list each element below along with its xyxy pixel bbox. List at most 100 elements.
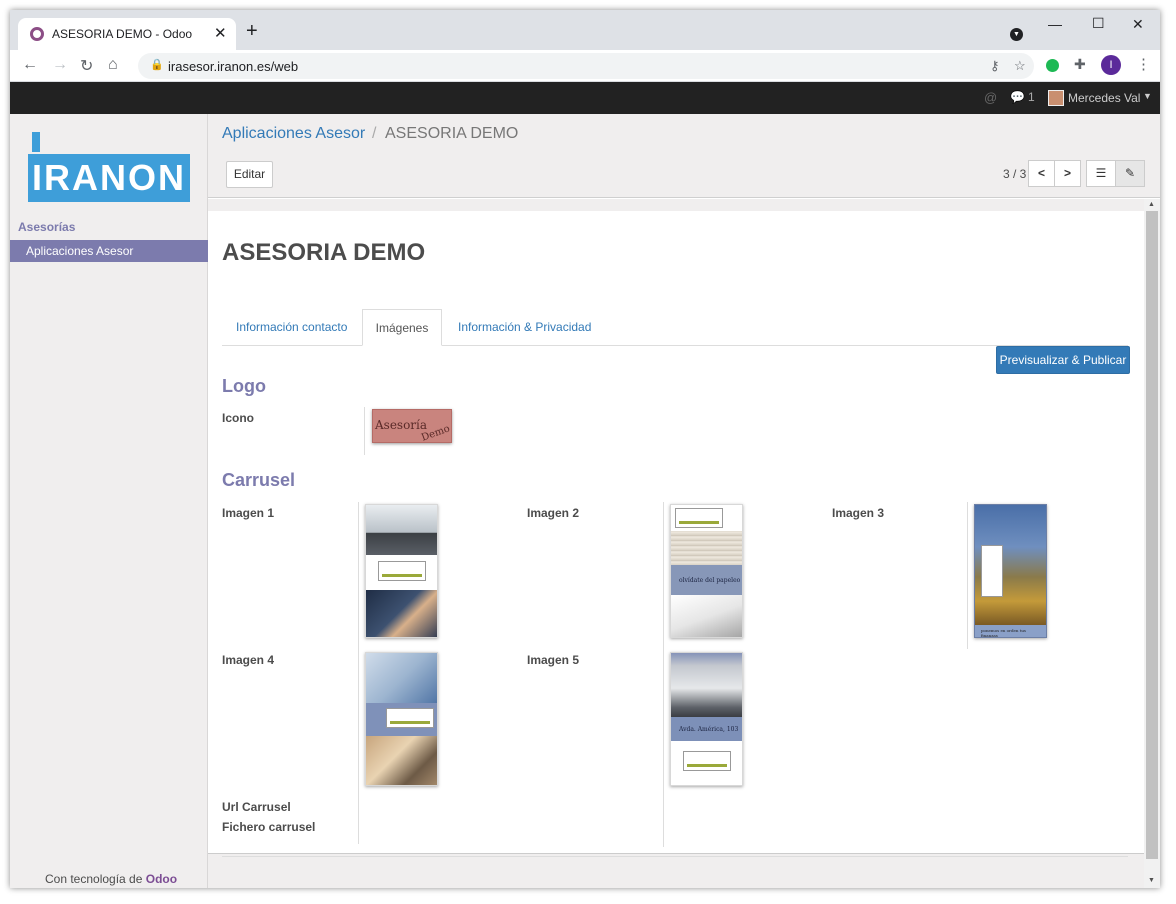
extensions-puzzle-icon[interactable]: ✚ [1074,56,1086,73]
lock-icon[interactable]: 🔒 [150,58,164,71]
reload-icon[interactable]: ↻ [80,56,93,76]
caption-band: Avda. América, 103 [671,717,742,741]
address-bar[interactable]: 🔒 irasesor.iranon.es/web ⚷ ☆ [138,53,1034,79]
scrollbar-thumb[interactable] [1146,211,1158,859]
building-photo [671,653,742,717]
asesoria-demo-logo [386,708,434,728]
imagen-4-label: Imagen 4 [222,653,275,667]
tab-close-icon[interactable]: ✕ [214,24,227,42]
forward-icon[interactable]: → [52,56,68,74]
control-panel: Aplicaciones Asesor / ASESORIA DEMO Edit… [208,114,1160,198]
form-tabs: Información contacto Imágenes Informació… [222,309,1128,346]
form-sheet: ASESORIA DEMO Información contacto Imáge… [208,211,1144,857]
breadcrumb-current: ASESORIA DEMO [385,125,519,142]
asesoria-demo-logo [675,508,723,528]
field-divider [967,502,968,649]
sidebar-section-title: Asesorías [18,220,76,234]
chat-count[interactable]: 1 [1028,90,1035,104]
asesoria-demo-logo [981,545,1003,597]
tab-search-icon[interactable]: ▼ [1010,28,1023,41]
caption-band: ponemos en orden tus finanzas [975,625,1046,638]
meeting-photo [366,736,437,785]
url-text[interactable]: irasesor.iranon.es/web [168,59,298,74]
field-divider [663,502,664,847]
imagen-1-label: Imagen 1 [222,506,275,520]
odoo-topbar: @ 💬 1 Mercedes Val ▼ [10,82,1160,114]
profile-avatar[interactable]: I [1101,55,1121,75]
home-icon[interactable]: ⌂ [108,56,118,74]
list-view-icon[interactable]: ☰ [1086,160,1116,187]
user-name[interactable]: Mercedes Val [1068,91,1140,105]
preview-publish-button[interactable]: Previsualizar & Publicar [996,346,1130,374]
scroll-down-icon[interactable]: ▼ [1148,877,1155,884]
logo-band [366,703,437,736]
tab-informacion-privacidad[interactable]: Información & Privacidad [458,320,591,334]
papers-photo [671,531,742,565]
field-divider [364,407,365,455]
imagen-3-label: Imagen 3 [832,506,885,520]
imagen-2-thumbnail[interactable]: olvídate del papeleo [670,504,743,638]
breadcrumb-separator: / [372,125,377,142]
tab-imagenes[interactable]: Imágenes [362,309,442,346]
at-mention-icon[interactable]: @ [984,90,997,105]
powered-by: Con tecnología de Odoo [45,872,177,886]
breadcrumb-link[interactable]: Aplicaciones Asesor [222,125,365,143]
sidebar: IRANON Asesorías Aplicaciones Asesor Con… [10,114,208,888]
asesoria-demo-logo [683,751,731,771]
people-photo [366,590,437,637]
window-maximize-icon[interactable]: ☐ [1092,15,1105,32]
icon-image[interactable]: Asesoría Demo [372,409,452,443]
browser-menu-icon[interactable]: ⋮ [1136,55,1151,73]
tab-strip: ASESORIA DEMO - Odoo ✕ + ▼ — ☐ ✕ [10,10,1160,50]
logo-section-title: Logo [222,376,266,396]
url-carrusel-label: Url Carrusel [222,800,291,814]
window-close-icon[interactable]: ✕ [1132,16,1144,33]
browser-window: ASESORIA DEMO - Odoo ✕ + ▼ — ☐ ✕ ← → ↻ ⌂… [10,10,1160,888]
pager-prev-button[interactable]: < [1028,160,1055,187]
form-view-content: ▲ ▼ ASESORIA DEMO Información contacto I… [208,199,1160,888]
calculator-photo [366,653,437,703]
powered-by-prefix: Con tecnología de [45,872,146,886]
asesoria-demo-logo [378,561,426,581]
field-divider [358,502,359,844]
record-title: ASESORIA DEMO [222,239,426,266]
user-avatar[interactable] [1048,90,1064,106]
logo-text: IRANON [32,157,186,198]
pager-value[interactable]: 3 / 3 [1003,167,1026,181]
scroll-up-icon[interactable]: ▲ [1148,201,1155,208]
powered-by-odoo-link[interactable]: Odoo [146,872,177,886]
user-menu-caret-icon[interactable]: ▼ [1143,91,1152,101]
sidebar-item-aplicaciones-asesor[interactable]: Aplicaciones Asesor [10,240,208,262]
logo-band [671,741,742,785]
documents-photo [671,595,742,637]
edit-button[interactable]: Editar [226,161,273,188]
imagen-5-label: Imagen 5 [527,653,580,667]
imagen-2-label: Imagen 2 [527,506,580,520]
imagen-1-thumbnail[interactable] [365,504,438,638]
back-icon[interactable]: ← [22,56,38,74]
browser-tab[interactable]: ASESORIA DEMO - Odoo ✕ [18,18,236,50]
tab-informacion-contacto[interactable]: Información contacto [236,320,347,334]
pager-next-button[interactable]: > [1054,160,1081,187]
company-logo[interactable]: IRANON [28,154,190,202]
imagen-5-caption: Avda. América, 103 [679,726,739,733]
form-view-icon[interactable]: ✎ [1115,160,1145,187]
chat-icon[interactable]: 💬 [1010,90,1025,104]
new-tab-icon[interactable]: + [246,21,258,41]
odoo-favicon-icon [30,27,44,41]
imagen-2-caption: olvídate del papeleo [679,577,741,584]
imagen-4-thumbnail[interactable] [365,652,438,786]
imagen-3-thumbnail[interactable]: ponemos en orden tus finanzas [974,504,1047,638]
fichero-carrusel-label: Fichero carrusel [222,820,316,834]
imagen-3-caption: ponemos en orden tus finanzas [981,628,1026,638]
icon-image-text-1: Asesoría [375,418,428,432]
extension-green-icon[interactable] [1046,59,1059,72]
imagen-5-thumbnail[interactable]: Avda. América, 103 [670,652,743,786]
window-minimize-icon[interactable]: — [1048,16,1062,32]
bookmark-star-icon[interactable]: ☆ [1014,58,1026,74]
browser-toolbar: ← → ↻ ⌂ 🔒 irasesor.iranon.es/web ⚷ ☆ ✚ I… [10,50,1160,82]
office-photo [366,505,437,555]
key-icon[interactable]: ⚷ [990,58,1000,74]
icon-label: Icono [222,411,254,425]
carrusel-section-title: Carrusel [222,470,296,490]
